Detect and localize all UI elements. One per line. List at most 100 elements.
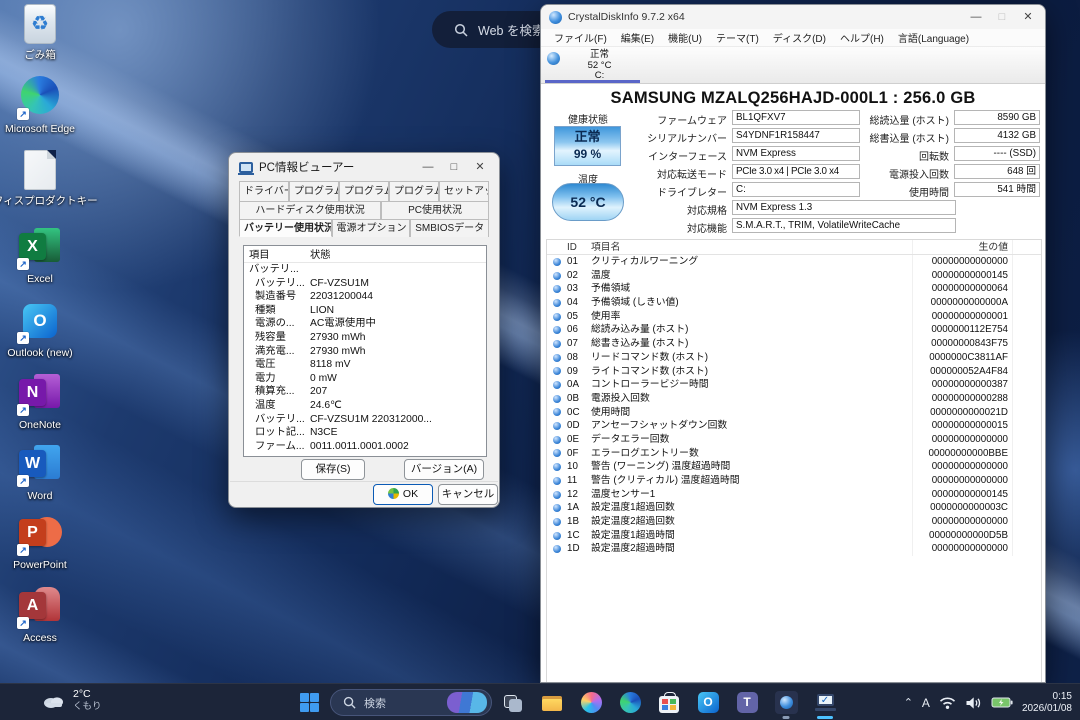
drive-tab-c[interactable]: 正常 52 °C C: [545,48,637,81]
smart-row[interactable]: 0F エラーログエントリー数 00000000000BBE [547,447,1041,461]
list-item[interactable]: 満充電... 27930 mWh [244,345,486,359]
smart-row[interactable]: 0A コントローラービジー時間 00000000000387 [547,378,1041,392]
list-item[interactable]: ファーム... 0011.0011.0001.0002 [244,440,486,454]
smart-row[interactable]: 10 警告 (ワーニング) 温度超過時間 00000000000000 [547,460,1041,474]
ok-button[interactable]: OK [373,484,433,505]
outlook-button[interactable]: O [695,690,721,716]
list-item[interactable]: バッテリ... [244,263,486,277]
smart-row[interactable]: 11 警告 (クリティカル) 温度超過時間 00000000000000 [547,474,1041,488]
tab-program3[interactable]: プログラム 3 [389,181,439,201]
smart-row[interactable]: 03 予備領域 00000000000064 [547,282,1041,296]
smart-table[interactable]: ID 項目名 生の値 01 クリティカルワーニング 00000000000000 [546,239,1042,683]
smart-row[interactable]: 0B 電源投入回数 00000000000288 [547,392,1041,406]
health-status-box[interactable]: 正常 99 % [554,126,621,166]
list-item[interactable]: バッテリ... CF-VZSU1M [244,277,486,291]
smart-row[interactable]: 1C 設定温度1超過時間 00000000000D5B [547,529,1041,543]
volume-icon[interactable] [965,696,982,710]
edge-button[interactable] [617,690,643,716]
list-item[interactable]: 残容量 27930 mWh [244,331,486,345]
menu-item[interactable]: 言語(Language) [891,30,976,45]
maximize-button[interactable]: □ [989,6,1015,28]
cancel-button[interactable]: キャンセル [438,484,498,505]
battery-icon[interactable] [991,696,1013,709]
pcinfo-titlebar[interactable]: PC情報ビューアー — □ ✕ [229,153,499,181]
tab-program1[interactable]: プログラム 1 [289,181,339,201]
list-item[interactable]: 温度 24.6℃ [244,399,486,413]
minimize-button[interactable]: — [415,156,441,178]
battery-info-list[interactable]: 項目 状態 バッテリ... バッテリ... CF-VZSU1M [243,245,487,457]
list-item[interactable]: 電源の... AC電源使用中 [244,317,486,331]
tab-program2[interactable]: プログラム 2 [339,181,389,201]
tray-chevron-icon[interactable]: ⌃ [904,696,913,709]
smart-row[interactable]: 0E データエラー回数 00000000000000 [547,433,1041,447]
smart-row[interactable]: 1D 設定温度2超過時間 00000000000000 [547,542,1041,556]
start-button[interactable] [300,693,319,712]
menu-item[interactable]: 機能(U) [661,30,709,45]
save-button[interactable]: 保存(S) [301,459,365,480]
menu-item[interactable]: ディスク(D) [766,30,833,45]
desktop-icon-recycle-bin[interactable]: ♻ ごみ箱 [0,4,80,62]
smart-row[interactable]: 07 総書き込み量 (ホスト) 00000000843F75 [547,337,1041,351]
list-item[interactable]: 積算充... 207 [244,385,486,399]
list-item[interactable]: 電力 0 mW [244,372,486,386]
wifi-icon[interactable] [939,696,956,710]
store-button[interactable] [656,690,682,716]
tab-setup[interactable]: セットアップ [439,181,489,201]
smart-row[interactable]: 05 使用率 00000000000001 [547,310,1041,324]
menu-item[interactable]: 編集(E) [614,30,661,45]
smart-id: 05 [567,310,589,324]
teams-button[interactable]: T [734,690,760,716]
tab-smbios-data[interactable]: SMBIOSデータ [410,219,489,237]
tab-hdd-usage[interactable]: ハードディスク使用状況 [239,201,381,219]
smart-row[interactable]: 02 温度 00000000000145 [547,269,1041,283]
search-highlight-image[interactable] [447,692,487,713]
pcinfo-task-button[interactable]: ✓ [812,690,838,716]
ime-indicator[interactable]: A [922,696,930,710]
menu-item[interactable]: ファイル(F) [547,30,614,45]
list-item[interactable]: 電圧 8118 mV [244,358,486,372]
smart-row[interactable]: 06 総読み込み量 (ホスト) 0000000112E754 [547,323,1041,337]
taskbar-search[interactable]: 検索 [330,689,492,716]
maximize-button[interactable]: □ [441,156,467,178]
smart-row[interactable]: 1A 設定温度1超過回数 0000000000003C [547,501,1041,515]
minimize-button[interactable]: — [963,6,989,28]
list-item[interactable]: バッテリ... CF-VZSU1M 220312000... [244,413,486,427]
weather-widget[interactable]: 2°C くもり [42,688,102,713]
task-view-button[interactable] [500,690,526,716]
clock[interactable]: 0:15 2026/01/08 [1022,691,1072,715]
smart-row[interactable]: 1B 設定温度2超過回数 00000000000000 [547,515,1041,529]
list-item[interactable]: ロット記... N3CE [244,426,486,440]
cdi-titlebar[interactable]: CrystalDiskInfo 9.7.2 x64 — □ ✕ [541,5,1045,29]
copilot-button[interactable] [578,690,604,716]
tab-pc-usage[interactable]: PC使用状況 [381,201,489,219]
tab-driver[interactable]: ドライバー [239,181,289,201]
menu-item[interactable]: ヘルプ(H) [833,30,891,45]
tab-power-options[interactable]: 電源オプション [332,219,411,237]
smart-row[interactable]: 09 ライトコマンド数 (ホスト) 000000052A4F84 [547,365,1041,379]
list-item[interactable]: 種類 LION [244,304,486,318]
smart-row[interactable]: 01 クリティカルワーニング 00000000000000 [547,255,1041,269]
smart-row[interactable]: 04 予備領域 (しきい値) 0000000000000A [547,296,1041,310]
desktop-icon-edge[interactable]: ↗ Microsoft Edge [0,76,80,135]
smart-row[interactable]: 0C 使用時間 0000000000021D [547,406,1041,420]
desktop-icon-onenote[interactable]: N ↗ OneNote [0,372,80,431]
smart-row[interactable]: 12 温度センサー1 00000000000145 [547,488,1041,502]
list-item[interactable]: 製造番号 22031200044 [244,290,486,304]
desktop-icon-word[interactable]: W ↗ Word [0,443,80,502]
close-button[interactable]: ✕ [467,156,493,178]
smart-row[interactable]: 0D アンセーフシャットダウン回数 00000000000015 [547,419,1041,433]
close-button[interactable]: ✕ [1015,6,1041,28]
desktop-icon-access[interactable]: A ↗ Access [0,585,80,644]
file-explorer-button[interactable] [539,690,565,716]
desktop-icon-excel[interactable]: X ↗ Excel [0,226,80,285]
smart-id: 11 [567,474,589,488]
desktop-icon-outlook[interactable]: O ↗ Outlook (new) [0,300,80,359]
menu-item[interactable]: テーマ(T) [709,30,766,45]
tab-battery-usage[interactable]: バッテリー使用状況 [239,219,332,237]
desktop-icon-office-product-key[interactable]: オフィスプロダクトキー [0,150,80,208]
smart-row[interactable]: 08 リードコマンド数 (ホスト) 0000000C3811AF [547,351,1041,365]
crystaldiskinfo-task-button[interactable] [773,690,799,716]
version-button[interactable]: バージョン(A) [404,459,484,480]
temperature-box[interactable]: 52 °C [552,183,624,221]
desktop-icon-powerpoint[interactable]: P ↗ PowerPoint [0,512,80,571]
